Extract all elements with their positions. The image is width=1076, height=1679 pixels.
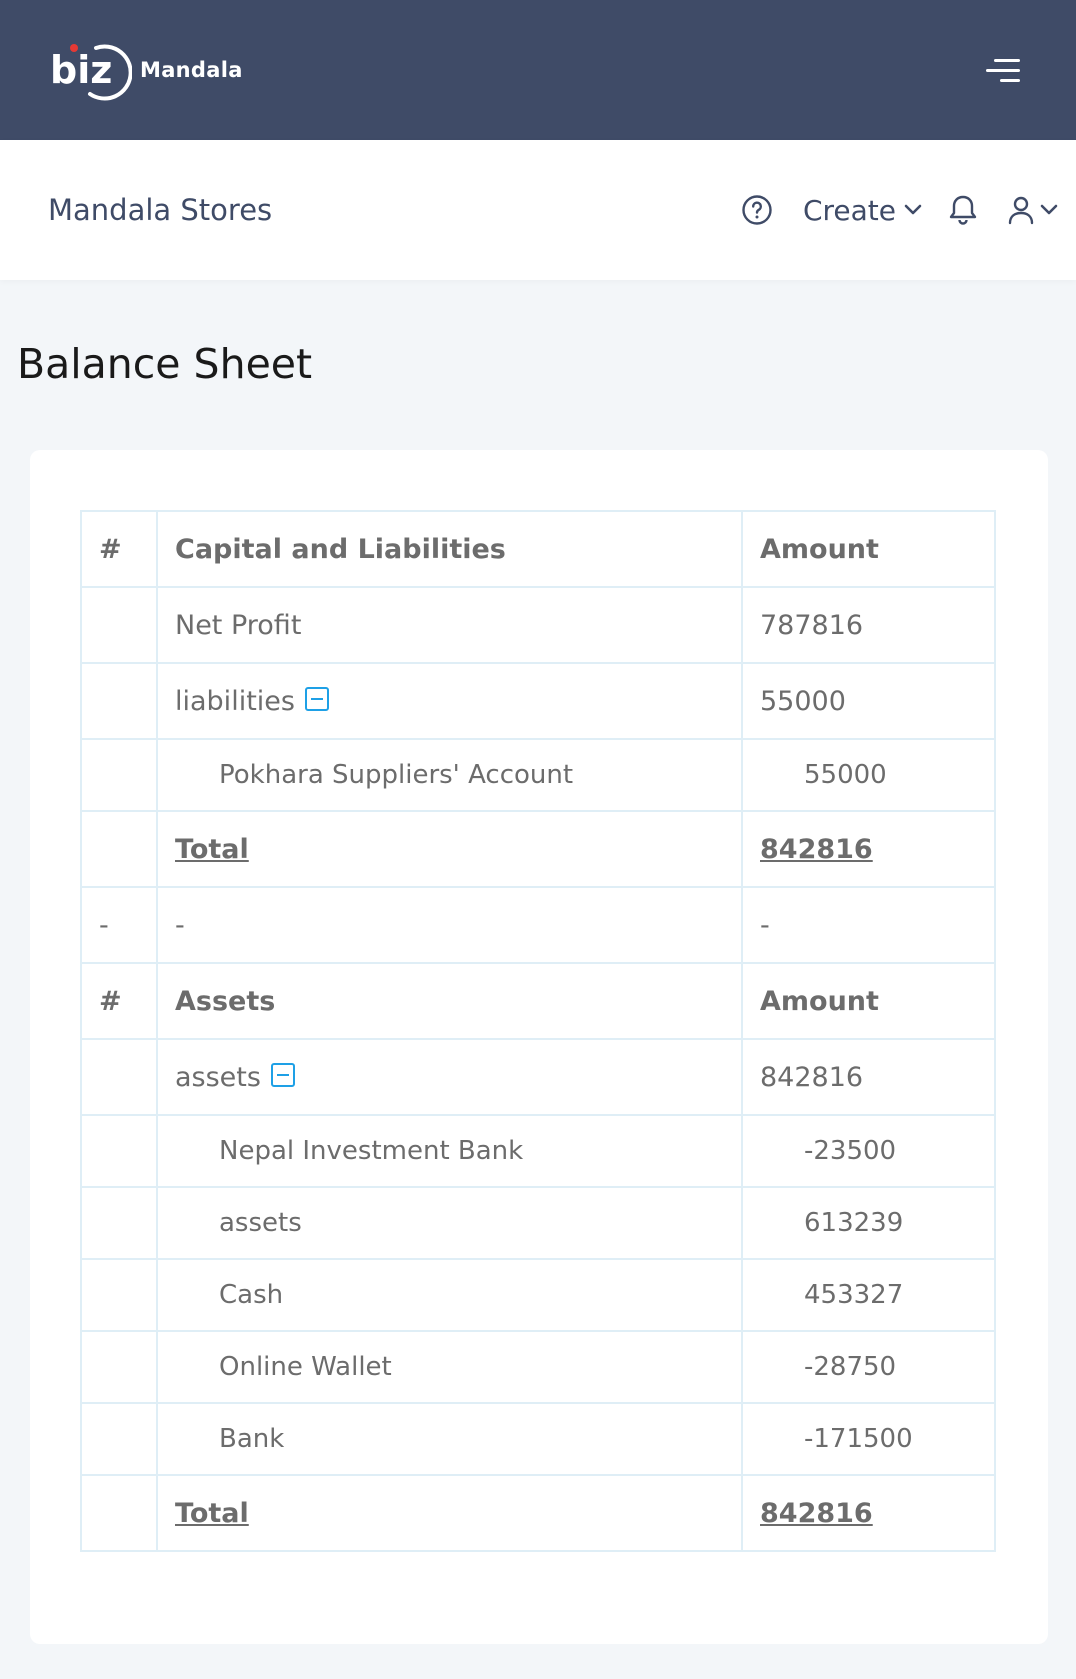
collapse-icon[interactable] (304, 687, 329, 711)
sub-row-label: Cash (156, 1258, 743, 1332)
total-row: Total 842816 (80, 810, 996, 888)
chevron-down-icon (1040, 204, 1058, 215)
sub-row-amount: 613239 (741, 1186, 996, 1260)
header-label: Assets (156, 962, 743, 1040)
bell-icon[interactable] (948, 194, 978, 226)
store-name[interactable]: Mandala Stores (48, 193, 272, 227)
menu-icon[interactable] (980, 55, 1020, 85)
group-cell: liabilities (156, 662, 743, 740)
header-label: Capital and Liabilities (156, 510, 743, 588)
help-icon[interactable] (741, 194, 773, 226)
header-actions: Create (741, 194, 1058, 227)
header-amount: Amount (741, 962, 996, 1040)
sub-row-label: Nepal Investment Bank (156, 1114, 743, 1188)
total-row: Total 842816 (80, 1474, 996, 1552)
svg-text:biz: biz (50, 48, 112, 92)
create-dropdown[interactable]: Create (803, 194, 922, 227)
table-row: Net Profit 787816 (80, 586, 996, 664)
table-row: Nepal Investment Bank -23500 (80, 1114, 996, 1188)
sub-header: Mandala Stores Create (0, 140, 1076, 280)
table-row: Pokhara Suppliers' Account 55000 (80, 738, 996, 812)
page-title: Balance Sheet (17, 340, 313, 388)
balance-sheet-table: # Capital and Liabilities Amount Net Pro… (80, 510, 996, 1552)
sub-row-amount: -171500 (741, 1402, 996, 1476)
total-label: Total (175, 833, 249, 865)
separator-amount: - (741, 886, 996, 964)
table-header-row: # Capital and Liabilities Amount (80, 510, 996, 588)
brand-logo[interactable]: biz Mandala (50, 38, 243, 102)
row-label: Net Profit (156, 586, 743, 664)
sub-row-label: Bank (156, 1402, 743, 1476)
total-label: Total (175, 1497, 249, 1529)
table-row: Online Wallet -28750 (80, 1330, 996, 1404)
header-num: # (80, 510, 158, 588)
table-row: liabilities 55000 (80, 662, 996, 740)
separator-row: - - - (80, 886, 996, 964)
brand-name: Mandala (140, 58, 243, 82)
group-cell: assets (156, 1038, 743, 1116)
row-label: assets (175, 1061, 261, 1093)
row-amount: 842816 (741, 1038, 996, 1116)
sub-row-amount: 55000 (741, 738, 996, 812)
sub-row-amount: 453327 (741, 1258, 996, 1332)
table-header-row: # Assets Amount (80, 962, 996, 1040)
user-icon (1008, 196, 1034, 225)
chevron-down-icon (904, 204, 922, 215)
sub-row-label: assets (156, 1186, 743, 1260)
header-amount: Amount (741, 510, 996, 588)
table-row: Bank -171500 (80, 1402, 996, 1476)
header-num: # (80, 962, 158, 1040)
sub-row-label: Pokhara Suppliers' Account (156, 738, 743, 812)
balance-sheet-card: # Capital and Liabilities Amount Net Pro… (30, 450, 1048, 1644)
sub-row-amount: -28750 (741, 1330, 996, 1404)
row-amount: 55000 (741, 662, 996, 740)
collapse-icon[interactable] (270, 1063, 295, 1087)
top-bar: biz Mandala (0, 0, 1076, 140)
row-amount: 787816 (741, 586, 996, 664)
separator-label: - (156, 886, 743, 964)
total-amount: 842816 (760, 1497, 873, 1529)
table-row: assets 842816 (80, 1038, 996, 1116)
sub-row-label: Online Wallet (156, 1330, 743, 1404)
table-row: assets 613239 (80, 1186, 996, 1260)
sub-row-amount: -23500 (741, 1114, 996, 1188)
create-label: Create (802, 193, 896, 227)
logo-mark: biz (50, 38, 132, 102)
user-menu[interactable] (1008, 195, 1058, 225)
separator-num: - (80, 886, 158, 964)
table-row: Cash 453327 (80, 1258, 996, 1332)
total-amount: 842816 (760, 833, 873, 865)
row-label: liabilities (175, 685, 295, 717)
